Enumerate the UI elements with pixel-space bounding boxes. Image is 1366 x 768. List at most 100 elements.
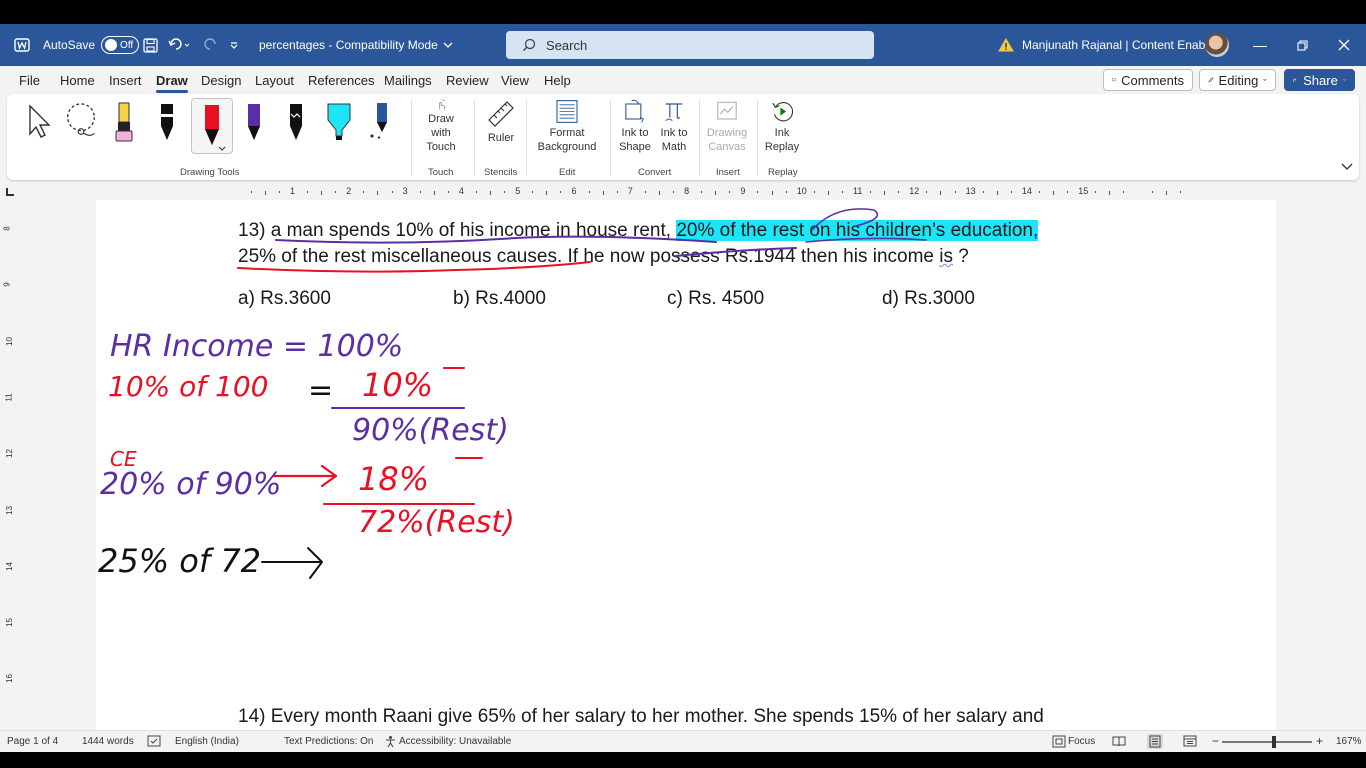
zoom-level[interactable]: 167% [1336,736,1362,747]
word-count[interactable]: 1444 words [82,736,134,747]
user-name[interactable]: Manjunath Rajanal | Content Enablers [1022,24,1225,66]
ruler-number: 10 [796,186,807,196]
share-button[interactable]: Share [1284,69,1355,91]
share-icon [1293,78,1297,82]
customize-qat-icon[interactable] [229,24,239,66]
minimize-icon[interactable]: — [1240,24,1280,66]
tab-help[interactable]: Help [544,73,571,88]
black-pen-2[interactable] [277,98,315,150]
select-tool[interactable] [19,98,57,150]
redo-icon[interactable] [202,24,218,66]
ruler-tick [1109,191,1111,195]
highlighter-pen[interactable] [105,98,143,150]
document-title[interactable]: percentages - Compatibility Mode [259,24,453,66]
restore-icon[interactable] [1282,24,1322,66]
print-layout-icon[interactable] [1147,734,1163,749]
ruler-tick [954,191,956,193]
tab-home[interactable]: Home [60,73,95,88]
ruler-tick [1010,191,1012,193]
lasso-select-tool[interactable] [62,98,100,150]
tab-design[interactable]: Design [201,73,241,88]
language[interactable]: English (India) [175,736,239,747]
search-box[interactable]: Search [506,31,874,59]
ink-to-math-button[interactable]: Ink to Math [655,99,693,154]
ink-to-shape-line1: Ink to [621,127,649,139]
ruler-tick [841,191,843,193]
autosave-toggle[interactable]: Off [101,36,140,54]
toggle-knob [105,39,118,51]
cyan-highlighter[interactable] [320,98,358,150]
ruler-tick [391,191,393,193]
zoom-out-button[interactable]: − [1212,734,1219,748]
format-background-line2: Background [537,141,597,153]
ruler-tick [757,191,759,193]
ink-replay-button[interactable]: Ink Replay [761,99,803,154]
ruler-tick [1123,191,1125,193]
ribbon-collapse-icon[interactable] [1341,160,1353,174]
drawing-canvas-line1: Drawing [706,127,748,139]
galaxy-pen[interactable] [362,98,400,150]
black-pen[interactable] [148,98,186,150]
autosave-control[interactable]: AutoSave Off [43,24,140,66]
web-layout-icon[interactable] [1183,735,1197,750]
pen-icon [248,104,260,140]
ruler-tick [363,191,365,193]
tab-view[interactable]: View [501,73,529,88]
tab-references[interactable]: References [308,73,374,88]
ruler-number: 5 [515,186,521,196]
text-predictions[interactable]: Text Predictions: On [284,736,373,747]
red-pen-selected[interactable] [191,98,233,154]
pen-icon [161,104,173,140]
warning-icon[interactable] [998,24,1014,66]
undo-icon[interactable] [168,24,190,66]
tab-layout[interactable]: Layout [255,73,294,88]
ink-replay-line2: Replay [764,141,800,153]
read-mode-icon[interactable] [1112,735,1126,750]
autosave-label: AutoSave [43,38,96,52]
close-icon[interactable] [1324,24,1364,66]
accessibility-status[interactable]: Accessibility: Unavailable [399,736,511,747]
ruler-tick [1067,191,1069,193]
drawing-canvas-button[interactable]: Drawing Canvas [704,99,750,154]
format-background-button[interactable]: Format Background [531,99,603,154]
tab-selector-icon[interactable] [6,188,14,196]
ruler-number: 8 [2,226,12,231]
tab-insert[interactable]: Insert [109,73,142,88]
draw-with-touch-line2: Touch [426,141,456,153]
status-bar: Page 1 of 4 1444 words English (India) T… [0,730,1366,752]
avatar[interactable] [1205,33,1229,57]
search-icon [523,38,536,51]
ruler-tick [673,191,675,193]
save-icon[interactable] [143,24,158,66]
ruler-tick [926,191,928,193]
strike-stroke [675,247,797,257]
zoom-in-button[interactable]: + [1316,734,1323,748]
proofing-icon[interactable] [147,735,161,750]
zoom-slider[interactable] [1222,736,1312,748]
editing-mode-button[interactable]: Editing [1199,69,1276,91]
ruler-tick [715,191,717,195]
ruler-number: 11 [853,186,863,196]
ruler-button[interactable]: Ruler [483,99,519,154]
focus-icon[interactable] [1052,735,1066,751]
tab-review[interactable]: Review [446,73,489,88]
tab-draw[interactable]: Draw [156,73,188,93]
word-app-icon[interactable] [14,24,30,66]
ruler-number: 3 [402,186,408,196]
document-page[interactable]: 13) a man spends 10% of his income in ho… [96,200,1276,730]
ink-to-math-icon [665,103,683,122]
tab-mailings[interactable]: Mailings [384,73,432,88]
zoom-slider-thumb[interactable] [1272,736,1276,748]
draw-with-touch-line1: Draw with [428,113,454,139]
tab-file[interactable]: File [19,73,40,88]
drawing-canvas-icon [717,101,737,120]
comments-button[interactable]: Comments [1103,69,1193,91]
page-count[interactable]: Page 1 of 4 [7,736,58,747]
group-convert: Convert [638,167,672,178]
purple-pen[interactable] [235,98,273,150]
ink-to-shape-button[interactable]: Ink to Shape [616,99,654,154]
format-background-icon [556,100,578,123]
focus-label[interactable]: Focus [1068,736,1095,747]
draw-with-touch-button[interactable]: Draw with Touch [417,99,465,154]
horizontal-ruler[interactable]: 1 2 3 4 5 6 7 8 9 10 11 12 13 14 15 [0,186,1366,200]
